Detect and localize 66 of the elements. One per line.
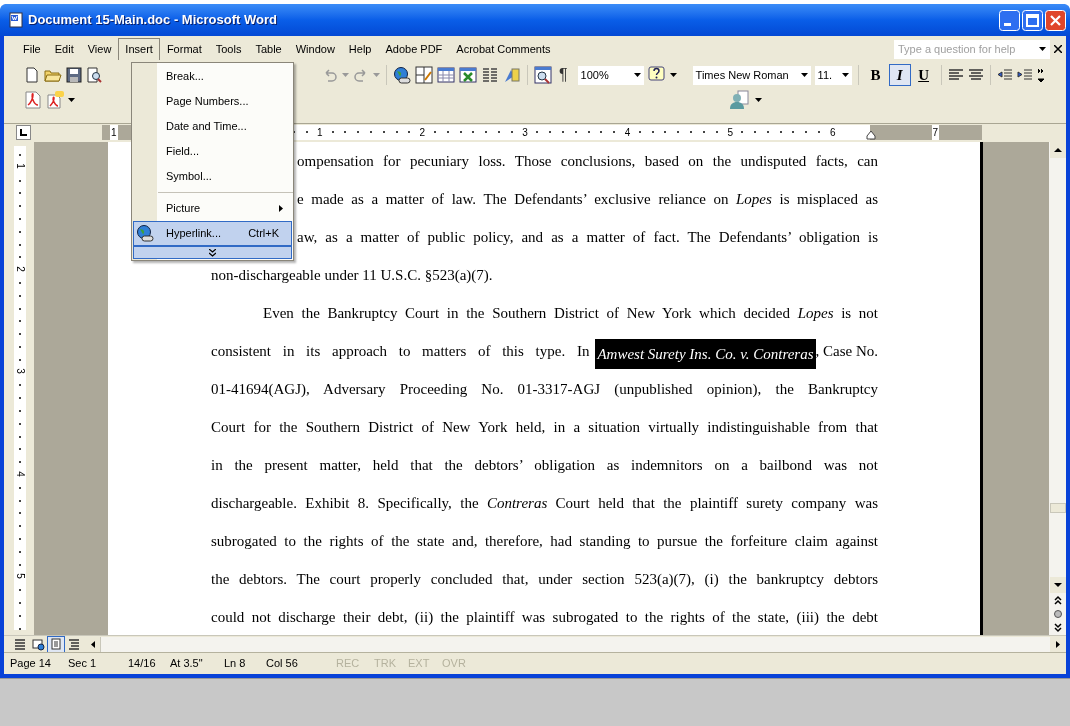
menu-item[interactable]: Help bbox=[341, 38, 379, 60]
font-size: 11. bbox=[817, 67, 833, 83]
ruler-number: 1 bbox=[110, 125, 118, 140]
status-field: Page 14 bbox=[10, 655, 68, 672]
menu-item[interactable]: View bbox=[80, 38, 119, 60]
text-line: subrogated to the rights of the state and, therefore, had standing to pursue the forfeiture claim against bbox=[211, 531, 878, 551]
text-line: could not discharge their debt, (ii) the plaintiff was subrogated to the rights of the state, (iii) the debt bbox=[211, 607, 878, 627]
status-field: Ln 8 bbox=[224, 655, 266, 672]
menu-item-label: Field... bbox=[166, 144, 200, 160]
menu-item[interactable]: Window bbox=[288, 38, 342, 60]
status-field: OVR bbox=[442, 655, 478, 672]
menu-item-label: Symbol... bbox=[166, 169, 213, 185]
menu-item-label: Hyperlink... bbox=[166, 226, 222, 242]
format-button[interactable]: U bbox=[912, 64, 935, 86]
status-field: Col 56 bbox=[266, 655, 336, 672]
text-line: ompensation for pecuniary loss. Those conclusions, based on the undisputed facts, can bbox=[297, 151, 878, 171]
text-line: Court for the Southern District of New York held, in a situation virtually indistinguishable from that bbox=[211, 417, 878, 437]
menu-item-label: Date and Time... bbox=[166, 119, 248, 135]
status-field: Sec 1 bbox=[68, 655, 128, 672]
shortcut-label: Ctrl+K bbox=[248, 226, 279, 242]
menu-item[interactable]: Tools bbox=[208, 38, 249, 60]
text-line: Even the Bankruptcy Court in the Southern District of New York which decided Lopes is not bbox=[263, 303, 878, 323]
ruler-number: 5 bbox=[14, 570, 26, 582]
menu-item[interactable]: Page Numbers... bbox=[133, 89, 292, 114]
menu-item-label: Page Numbers... bbox=[166, 94, 250, 110]
text-line: the debtors. The court properly concluded that, under section 523(a)(7), (i) the bankruptcy debtors bbox=[211, 569, 878, 589]
font-name: Times New Roman bbox=[695, 67, 789, 83]
menu-item[interactable]: Adobe PDF bbox=[378, 38, 450, 60]
menu-item-label: Picture bbox=[166, 201, 202, 217]
status-field: 14/16 bbox=[128, 655, 170, 672]
menu-item[interactable]: Acrobat Comments bbox=[449, 38, 558, 60]
text-line: in the present matter, held that the debtors’ obligation as indemnitors on a bailbond was not bbox=[211, 455, 878, 475]
text-line: , Case No. bbox=[815, 341, 878, 361]
text-line: non-dischargeable under 11 U.S.C. §523(a)(7). bbox=[211, 265, 494, 285]
text-line: consistent in its approach to matters of this type. In bbox=[211, 341, 590, 361]
format-button[interactable]: I bbox=[888, 64, 911, 86]
paragraph-mark-button[interactable]: ¶ bbox=[556, 63, 571, 87]
menu-item[interactable]: Date and Time... bbox=[133, 114, 292, 139]
zoom-combo[interactable]: 100% bbox=[577, 65, 644, 85]
menu-item[interactable]: Picture bbox=[133, 196, 292, 221]
font-combo[interactable]: Times New Roman bbox=[692, 65, 811, 85]
window-title: Document 15-Main.doc - Microsoft Word bbox=[28, 11, 277, 30]
format-button[interactable]: B bbox=[864, 64, 887, 86]
ruler-number: 7 bbox=[931, 125, 940, 140]
status-field: At 3.5" bbox=[170, 655, 224, 672]
menu-item[interactable]: Field... bbox=[133, 139, 292, 164]
menu-item[interactable]: Hyperlink... Ctrl+K bbox=[133, 221, 292, 246]
menu-item[interactable]: Insert bbox=[118, 38, 160, 60]
menu-item[interactable]: Format bbox=[159, 38, 209, 60]
font-size-combo[interactable]: 11. bbox=[814, 65, 852, 85]
status-field: TRK bbox=[374, 655, 408, 672]
text-line: 01-41694(AGJ), Adversary Proceeding No. 01-3317-AGJ (unpublished opinion), the Bankruptcy bbox=[211, 379, 878, 399]
zoom-value: 100% bbox=[580, 67, 609, 83]
status-field: EXT bbox=[408, 655, 442, 672]
menu-item[interactable]: Edit bbox=[47, 38, 81, 60]
selected-text[interactable]: Amwest Surety Ins. Co. v. Contreras bbox=[595, 339, 816, 369]
text-line: e made as a matter of law. The Defendants’ exclusive reliance on Lopes is misplaced as bbox=[297, 189, 878, 209]
text-line: aw, as a matter of public policy, and as a matter of fact. The Defendants’ obligation is bbox=[297, 227, 878, 247]
ruler-number: 3 bbox=[14, 365, 26, 377]
menu-item[interactable]: File bbox=[16, 38, 48, 60]
status-field: REC bbox=[336, 655, 374, 672]
text-line: dischargeable. Exhibit 8. Specifically, the Contreras Court held that the plaintiff surety company was bbox=[211, 493, 878, 513]
menu-item-label: Break... bbox=[166, 69, 205, 85]
menu-item[interactable]: Break... bbox=[133, 64, 292, 89]
menu-item[interactable]: Table bbox=[248, 38, 289, 60]
menu-item[interactable]: Symbol... bbox=[133, 164, 292, 189]
